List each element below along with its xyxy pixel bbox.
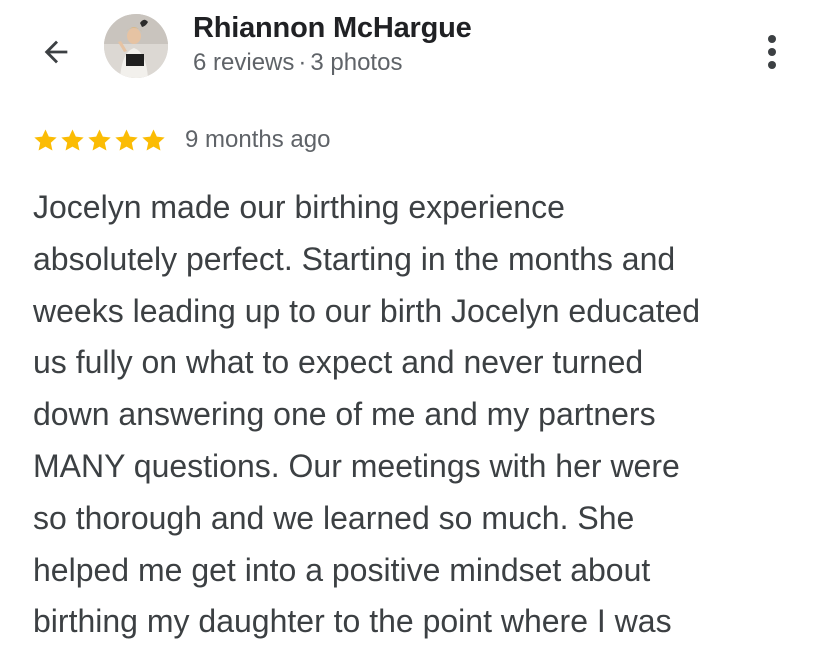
star-icon bbox=[34, 128, 57, 151]
review-text: Jocelyn made our birthing experience abso… bbox=[33, 182, 813, 648]
star-icon bbox=[88, 128, 111, 151]
arrow-left-icon bbox=[44, 40, 68, 64]
reviewer-stats: 6 reviews · 3 photos bbox=[193, 49, 402, 77]
star-icon bbox=[61, 128, 84, 151]
more-options-button[interactable] bbox=[750, 28, 794, 76]
review-text-line: down answering one of me and my partners bbox=[33, 396, 656, 433]
review-text-line: Jocelyn made our birthing experience bbox=[33, 189, 565, 225]
review-text-line: absolutely perfect. Starting in the mont… bbox=[33, 240, 676, 277]
star-rating bbox=[32, 127, 167, 154]
reviewer-avatar[interactable] bbox=[104, 14, 168, 78]
back-button[interactable] bbox=[30, 26, 82, 78]
star-icon bbox=[115, 128, 138, 151]
review-text-line: us fully on what to expect and never tur… bbox=[33, 344, 644, 381]
review-time: 9 months ago bbox=[185, 126, 331, 153]
stats-separator: · bbox=[298, 49, 307, 76]
reviewer-name[interactable]: Rhiannon McHargue bbox=[193, 12, 472, 45]
review-text-line: MANY questions. Our meetings with her we… bbox=[33, 447, 680, 484]
star-icon bbox=[142, 128, 165, 151]
review-text-line: so thorough and we learned so much. She bbox=[33, 499, 635, 536]
review-text-line: weeks leading up to our birth Jocelyn ed… bbox=[33, 292, 701, 329]
photos-count: 3 photos bbox=[310, 49, 403, 76]
rating-row: 9 months ago bbox=[32, 122, 330, 158]
avatar-photo bbox=[104, 14, 168, 78]
review-text-line: birthing my daughter to the point where … bbox=[33, 603, 672, 640]
reviews-count: 6 reviews bbox=[193, 49, 295, 76]
more-vertical-icon bbox=[768, 35, 776, 69]
review-text-line: helped me get into a positive mindset ab… bbox=[33, 551, 651, 588]
review-header: Rhiannon McHargue 6 reviews · 3 photos bbox=[0, 0, 828, 100]
